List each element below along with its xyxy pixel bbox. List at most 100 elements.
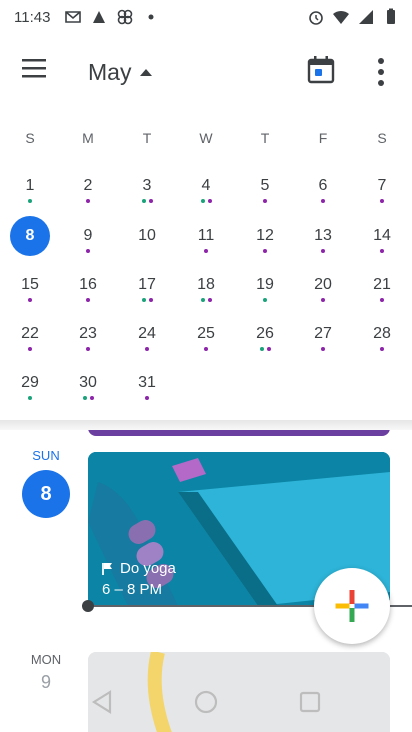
day-number: 29	[21, 374, 39, 391]
calendar-day[interactable]: 21	[364, 275, 400, 317]
purple-event-dot	[145, 347, 149, 351]
event-indicator-dots	[12, 347, 48, 353]
purple-event-dot	[28, 347, 32, 351]
purple-event-dot	[145, 396, 149, 400]
recents-button[interactable]	[296, 688, 324, 716]
calendar-day[interactable]: 25	[188, 324, 224, 366]
calendar-day[interactable]: 7	[364, 176, 400, 218]
event-indicator-dots	[364, 249, 400, 255]
home-button[interactable]	[192, 688, 220, 716]
calendar-day[interactable]: 23	[70, 324, 106, 366]
calendar-day[interactable]: 12	[247, 226, 283, 268]
event-indicator-dots	[129, 199, 165, 205]
event-indicator-dots	[70, 347, 106, 353]
calendar-day[interactable]: 28	[364, 324, 400, 366]
event-indicator-dots	[305, 249, 341, 255]
event-indicator-dots	[364, 199, 400, 205]
weekday-label: S	[377, 130, 387, 146]
calendar-day[interactable]: 10	[129, 226, 165, 268]
calendar-day[interactable]: 2	[70, 176, 106, 218]
calendar-day[interactable]: 8	[10, 216, 50, 268]
selected-day-highlight: 8	[10, 216, 50, 256]
calendar-day[interactable]: 9	[70, 226, 106, 268]
day-number: 19	[256, 276, 274, 293]
calendar-day[interactable]: 5	[247, 176, 283, 218]
month-grid: SMTWTFS 1 2 3 4 5 6 7 8 9 10 11 12 13 14 15 16 17 18 19 20 2…	[0, 108, 412, 426]
day-number: 25	[197, 325, 215, 342]
plus-icon	[335, 590, 369, 622]
calendar-day[interactable]: 4	[188, 176, 224, 218]
day-number: 21	[373, 276, 391, 293]
calendar-day[interactable]: 13	[305, 226, 341, 268]
calendar-day[interactable]: 1	[12, 176, 48, 218]
calendar-day[interactable]: 29	[12, 373, 48, 415]
green-event-dot	[141, 199, 146, 203]
system-icons	[307, 8, 400, 26]
today-button[interactable]	[306, 54, 340, 88]
purple-event-dot	[266, 347, 271, 351]
menu-button[interactable]	[20, 56, 68, 88]
event-indicator-dots	[70, 249, 106, 255]
green-event-dot	[82, 396, 87, 400]
calendar-day[interactable]: 14	[364, 226, 400, 268]
calendar-day[interactable]: 11	[188, 226, 224, 268]
purple-event-dot	[148, 298, 153, 302]
event-indicator-dots	[12, 396, 48, 402]
selected-day-number: 8	[25, 227, 35, 244]
purple-event-dot	[321, 298, 325, 302]
weekday-label: F	[318, 130, 328, 146]
event-indicator-dots	[129, 298, 165, 304]
previous-event-card[interactable]	[88, 430, 390, 436]
calendar-day[interactable]: 26	[247, 324, 283, 366]
calendar-day[interactable]: 20	[305, 275, 341, 317]
event-info: Do yoga 6 – 8 PM	[102, 560, 176, 598]
chevron-up-icon	[140, 69, 153, 76]
event-indicator-dots	[247, 199, 283, 205]
purple-event-dot	[86, 347, 90, 351]
event-indicator-dots	[70, 199, 106, 205]
green-event-dot	[200, 298, 205, 302]
day-number: 31	[138, 374, 156, 391]
event-indicator-dots	[70, 396, 106, 402]
weekday-label: S	[25, 130, 35, 146]
calendar-day[interactable]: 27	[305, 324, 341, 366]
calendar-day[interactable]: 22	[12, 324, 48, 366]
day-number: 13	[314, 227, 332, 244]
calendar-day[interactable]: 17	[129, 275, 165, 317]
weekday-label: W	[199, 130, 213, 146]
weekday-label: T	[260, 130, 270, 146]
create-event-button[interactable]	[314, 568, 390, 644]
calendar-day[interactable]: 3	[129, 176, 165, 218]
calendar-day[interactable]: 31	[129, 373, 165, 415]
purple-event-dot	[321, 347, 325, 351]
calendar-day[interactable]: 30	[70, 373, 106, 415]
day-number: 12	[256, 227, 274, 244]
green-event-dot	[141, 298, 146, 302]
dot-icon	[148, 14, 154, 20]
calendar-day[interactable]: 6	[305, 176, 341, 218]
calendar-day[interactable]: 18	[188, 275, 224, 317]
calendar-day[interactable]: 16	[70, 275, 106, 317]
back-button[interactable]	[88, 688, 116, 716]
event-indicator-dots	[305, 347, 341, 353]
event-indicator-dots	[70, 298, 106, 304]
calendar-day[interactable]: 15	[12, 275, 48, 317]
calendar-day[interactable]: 24	[129, 324, 165, 366]
purple-event-dot	[380, 199, 384, 203]
wifi-icon	[333, 10, 349, 24]
day-number: 22	[21, 325, 39, 342]
purple-event-dot	[380, 347, 384, 351]
next-day-label: MON	[30, 652, 62, 667]
purple-event-dot	[263, 199, 267, 203]
day-number: 5	[260, 177, 270, 194]
calendar-day[interactable]: 19	[247, 275, 283, 317]
month-selector[interactable]: May	[88, 56, 155, 88]
purple-event-dot	[204, 249, 208, 253]
event-time: 6 – 8 PM	[102, 581, 163, 598]
day-number: 28	[373, 325, 391, 342]
day-number-badge[interactable]: 8	[22, 470, 70, 518]
weekday-header: SMTWTFS	[0, 130, 412, 160]
more-options-button[interactable]	[366, 54, 396, 90]
day-number: 23	[79, 325, 97, 342]
purple-event-dot	[207, 199, 212, 203]
